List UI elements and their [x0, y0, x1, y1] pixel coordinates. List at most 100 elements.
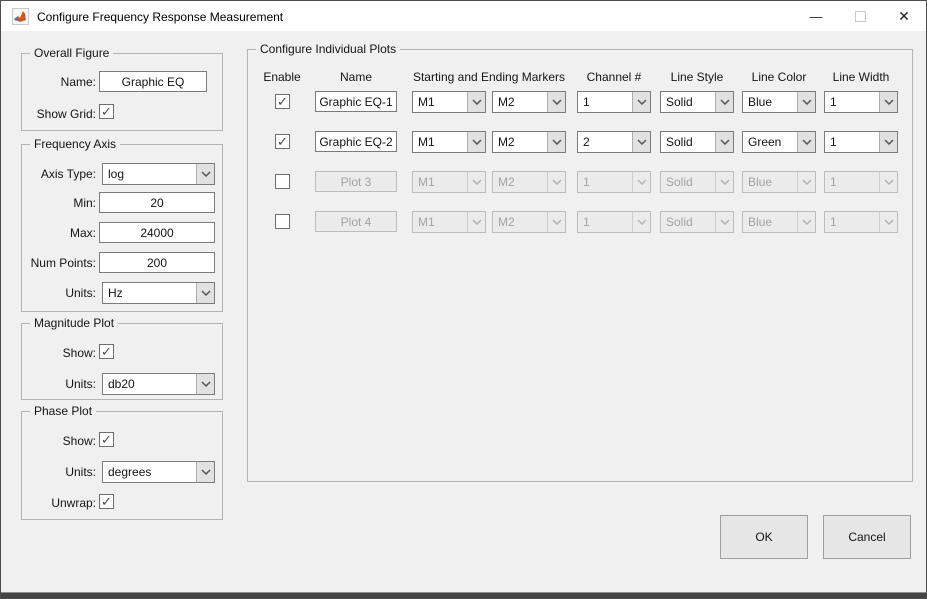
group-legend: Frequency Axis	[30, 137, 120, 151]
ok-button[interactable]: OK	[720, 515, 808, 559]
chevron-down-icon	[467, 212, 485, 232]
line-style-select: Solid	[660, 171, 734, 193]
line-style-select[interactable]: Solid	[660, 131, 734, 153]
chevron-down-icon	[196, 283, 214, 303]
column-header-line-width: Line Width	[816, 70, 906, 84]
start-marker-select-value: M1	[413, 175, 467, 189]
chevron-down-icon	[797, 172, 815, 192]
end-marker-select: M2	[492, 211, 566, 233]
phase-plot-group: Phase Plot Show: ✓ Units: degrees Unwrap…	[21, 411, 223, 520]
line-width-select[interactable]: 1	[824, 91, 898, 113]
chevron-down-icon	[879, 132, 897, 152]
phase-units-value: degrees	[103, 465, 196, 479]
line-color-select-value: Blue	[743, 175, 797, 189]
plot-enable-checkbox[interactable]	[275, 214, 290, 229]
plot-enable-checkbox[interactable]	[275, 174, 290, 189]
matlab-logo-icon	[12, 8, 29, 25]
chevron-down-icon	[196, 164, 214, 184]
line-width-select: 1	[824, 211, 898, 233]
close-button[interactable]: ✕	[882, 1, 926, 31]
plot-name-field[interactable]	[315, 131, 397, 152]
end-marker-select[interactable]: M2	[492, 131, 566, 153]
start-marker-select[interactable]: M1	[412, 91, 486, 113]
line-style-select-value: Solid	[661, 95, 715, 109]
axis-type-label: Axis Type:	[22, 167, 96, 181]
start-marker-select[interactable]: M1	[412, 131, 486, 153]
magnitude-show-label: Show:	[22, 346, 96, 360]
cancel-button[interactable]: Cancel	[823, 515, 911, 559]
end-marker-select: M2	[492, 171, 566, 193]
window-bottom-edge	[1, 592, 926, 598]
channel-select[interactable]: 1	[577, 91, 651, 113]
group-legend: Phase Plot	[30, 404, 96, 418]
maximize-icon	[855, 11, 866, 22]
end-marker-select[interactable]: M2	[492, 91, 566, 113]
phase-show-checkbox[interactable]: ✓	[99, 432, 114, 447]
chevron-down-icon	[632, 92, 650, 112]
chevron-down-icon	[797, 132, 815, 152]
chevron-down-icon	[196, 374, 214, 394]
end-marker-select-value: M2	[493, 175, 547, 189]
channel-select-value: 1	[578, 215, 632, 229]
magnitude-show-checkbox[interactable]: ✓	[99, 344, 114, 359]
unwrap-checkbox[interactable]: ✓	[99, 494, 114, 509]
chevron-down-icon	[547, 132, 565, 152]
line-color-select-value: Green	[743, 135, 797, 149]
chevron-down-icon	[467, 172, 485, 192]
group-legend: Overall Figure	[30, 46, 113, 60]
overall-figure-group: Overall Figure Name: Show Grid: ✓	[21, 53, 223, 131]
chevron-down-icon	[632, 132, 650, 152]
chevron-down-icon	[797, 212, 815, 232]
freq-units-value: Hz	[103, 286, 196, 300]
start-marker-select: M1	[412, 211, 486, 233]
chevron-down-icon	[715, 212, 733, 232]
figure-name-field[interactable]	[99, 71, 207, 92]
show-grid-checkbox[interactable]: ✓	[99, 104, 114, 119]
chevron-down-icon	[547, 172, 565, 192]
start-marker-select-value: M1	[413, 135, 467, 149]
freq-units-select[interactable]: Hz	[102, 282, 215, 304]
channel-select-value: 1	[578, 175, 632, 189]
channel-select[interactable]: 2	[577, 131, 651, 153]
minimize-icon: —	[810, 9, 823, 24]
end-marker-select-value: M2	[493, 95, 547, 109]
maximize-button	[838, 1, 882, 31]
channel-select: 1	[577, 171, 651, 193]
start-marker-select: M1	[412, 171, 486, 193]
phase-units-label: Units:	[22, 465, 96, 479]
phase-units-select[interactable]: degrees	[102, 461, 215, 483]
freq-max-field[interactable]	[99, 222, 215, 243]
column-header-starting-and-ending-markers: Starting and Ending Markers	[389, 70, 589, 84]
phase-show-label: Show:	[22, 434, 96, 448]
title-bar[interactable]: Configure Frequency Response Measurement…	[1, 1, 926, 31]
line-width-select-value: 1	[825, 95, 879, 109]
freq-units-label: Units:	[22, 286, 96, 300]
chevron-down-icon	[715, 92, 733, 112]
plot-enable-checkbox[interactable]: ✓	[275, 94, 290, 109]
magnitude-units-value: db20	[103, 377, 196, 391]
axis-type-value: log	[103, 167, 196, 181]
magnitude-plot-group: Magnitude Plot Show: ✓ Units: db20	[21, 323, 223, 400]
cancel-button-label: Cancel	[848, 530, 885, 544]
minimize-button[interactable]: —	[794, 1, 838, 31]
chevron-down-icon	[879, 92, 897, 112]
plot-name-field[interactable]	[315, 91, 397, 112]
line-style-select: Solid	[660, 211, 734, 233]
freq-min-field[interactable]	[99, 192, 215, 213]
channel-select: 1	[577, 211, 651, 233]
line-color-select[interactable]: Green	[742, 131, 816, 153]
plots-group: Configure Individual Plots EnableNameSta…	[247, 49, 913, 482]
num-points-field[interactable]	[99, 252, 215, 273]
line-style-select[interactable]: Solid	[660, 91, 734, 113]
start-marker-select-value: M1	[413, 215, 467, 229]
num-points-label: Num Points:	[22, 256, 96, 270]
magnitude-units-select[interactable]: db20	[102, 373, 215, 395]
plot-enable-checkbox[interactable]: ✓	[275, 134, 290, 149]
axis-type-select[interactable]: log	[102, 163, 215, 185]
unwrap-label: Unwrap:	[22, 496, 96, 510]
figure-name-label: Name:	[22, 75, 96, 89]
line-width-select-value: 1	[825, 215, 879, 229]
line-color-select[interactable]: Blue	[742, 91, 816, 113]
line-width-select[interactable]: 1	[824, 131, 898, 153]
chevron-down-icon	[196, 462, 214, 482]
